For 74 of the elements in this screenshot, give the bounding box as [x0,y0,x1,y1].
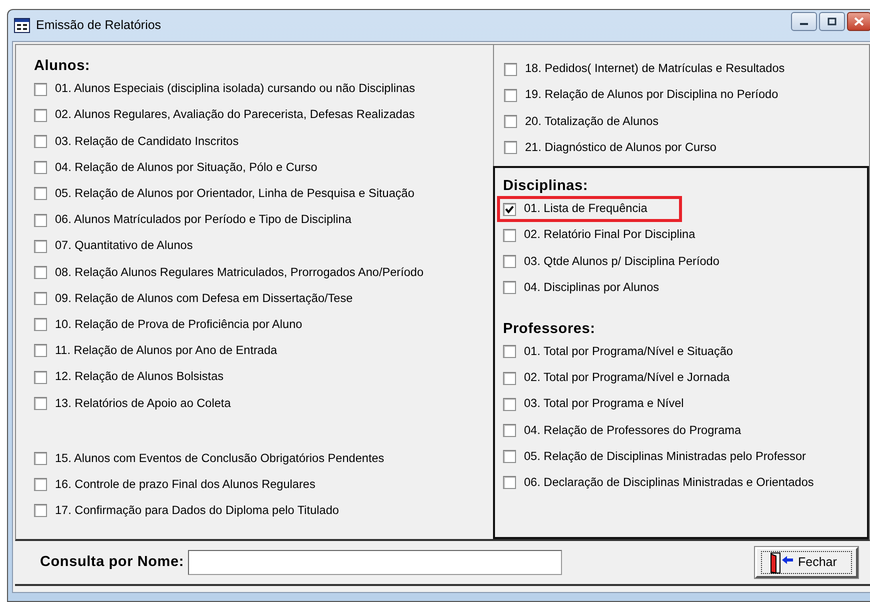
checkbox-label[interactable]: 19. Relação de Alunos por Disciplina no Período [525,86,778,104]
search-label: Consulta por Nome: [40,552,184,572]
checkbox-label[interactable]: 01. Lista de Frequência [524,200,648,218]
checkbox[interactable] [503,372,516,385]
checkbox[interactable] [503,450,516,464]
checkbox-label[interactable]: 03. Relação de Candidato Inscritos [55,132,239,150]
checkbox[interactable] [34,187,47,200]
checkbox-label[interactable]: 12. Relação de Alunos Bolsistas [55,368,224,386]
checkbox[interactable] [34,452,47,466]
checkbox-label[interactable]: 13. Relatórios de Apoio ao Coleta [55,394,231,412]
checkbox-label[interactable]: 18. Pedidos( Internet) de Matrículas e Resultados [525,60,785,78]
checkbox-label[interactable]: 01. Alunos Especiais (disciplina isolada) cursando ou não Disciplinas [55,80,416,98]
section-heading: Professores: [503,320,596,339]
checkbox-label[interactable]: 07. Quantitativo de Alunos [55,237,193,256]
checkbox[interactable] [34,108,47,122]
checkbox[interactable] [34,161,47,174]
maximize-button[interactable] [819,12,845,31]
exit-door-icon [768,552,794,574]
checkbox[interactable] [504,114,517,128]
window-title: Emissão de Relatórios [36,17,162,34]
checkbox[interactable] [34,134,47,148]
checkbox-label[interactable]: 21. Diagnóstico de Alunos por Curso [525,138,716,156]
checkbox-label[interactable]: 17. Confirmação para Dados do Diploma pelo Titulado [55,502,339,520]
checkbox[interactable] [504,88,517,102]
checkbox-label[interactable]: 09. Relação de Alunos com Defesa em Dissertação/Tese [55,290,353,308]
checkbox[interactable] [503,228,516,242]
checkbox[interactable] [503,345,516,358]
checkbox-label[interactable]: 11. Relação de Alunos por Ano de Entrada [55,342,278,360]
maximize-icon [827,17,837,26]
checkbox[interactable] [34,214,47,227]
checkbox[interactable] [34,478,47,492]
checkbox-label[interactable]: 01. Total por Programa/Nível e Situação [524,343,733,361]
checkbox[interactable] [34,344,47,358]
checkbox[interactable] [34,240,47,253]
checkbox[interactable] [34,370,47,384]
checkbox[interactable] [504,62,517,76]
checkbox-label[interactable]: 05. Relação de Disciplinas Ministradas pelo Professor [524,448,806,466]
checkbox-label[interactable]: 03. Total por Programa e Nível [524,395,684,414]
name-field[interactable] [188,550,562,575]
checkbox-label[interactable]: 20. Totalização de Alunos [525,112,659,130]
checkbox[interactable] [34,82,47,96]
checkbox[interactable] [503,202,516,216]
checkbox[interactable] [503,424,516,437]
section-heading: Alunos: [34,57,92,76]
checkbox-label[interactable]: 06. Alunos Matrículados por Período e Tipo de Disciplina [55,211,352,229]
checkbox-label[interactable]: 03. Qtde Alunos p/ Disciplina Período [524,252,720,270]
checkbox[interactable] [34,396,47,410]
checkbox-label[interactable]: 04. Disciplinas por Alunos [524,278,660,296]
checkbox-label[interactable]: 02. Relatório Final Por Disciplina [524,226,696,244]
checkbox[interactable] [503,254,516,268]
checkbox-label[interactable]: 04. Relação de Professores do Programa [524,422,742,440]
checkbox[interactable] [504,141,517,154]
checkbox-label[interactable]: 10. Relação de Prova de Proficiência por Aluno [55,316,302,334]
checkbox[interactable] [34,318,47,332]
close-icon [854,17,864,26]
checkbox-label[interactable]: 04. Relação de Alunos por Situação, Pólo e Curso [55,158,318,176]
checkbox-label[interactable]: 05. Relação de Alunos por Orientador, Linha de Pesquisa e Situação [55,185,414,203]
close-button[interactable] [847,12,870,31]
checkbox-label[interactable]: 06. Declaração de Disciplinas Ministradas e Orientados [524,474,814,492]
checkbox-label[interactable]: 02. Alunos Regulares, Avaliação do Parecerista, Defesas Realizadas [55,106,415,124]
checkbox-label[interactable]: 15. Alunos com Eventos de Conclusão Obrigatórios Pendentes [55,450,384,468]
checkbox[interactable] [34,266,47,279]
checkbox[interactable] [503,476,516,490]
form-icon [14,18,30,33]
minimize-button[interactable] [791,12,817,31]
checkbox[interactable] [503,398,516,411]
checkbox[interactable] [34,292,47,306]
checkbox-label[interactable]: 02. Total por Programa/Nível e Jornada [524,369,730,387]
checkbox[interactable] [34,504,47,518]
checkbox[interactable] [503,281,516,294]
section-heading: Disciplinas: [503,177,589,196]
checkbox-label[interactable]: 16. Controle de prazo Final dos Alunos Regulares [55,476,316,494]
checkbox-label[interactable]: 08. Relação Alunos Regulares Matriculados, Prorrogados Ano/Período [55,264,424,282]
close-button[interactable]: Fechar [755,547,858,578]
